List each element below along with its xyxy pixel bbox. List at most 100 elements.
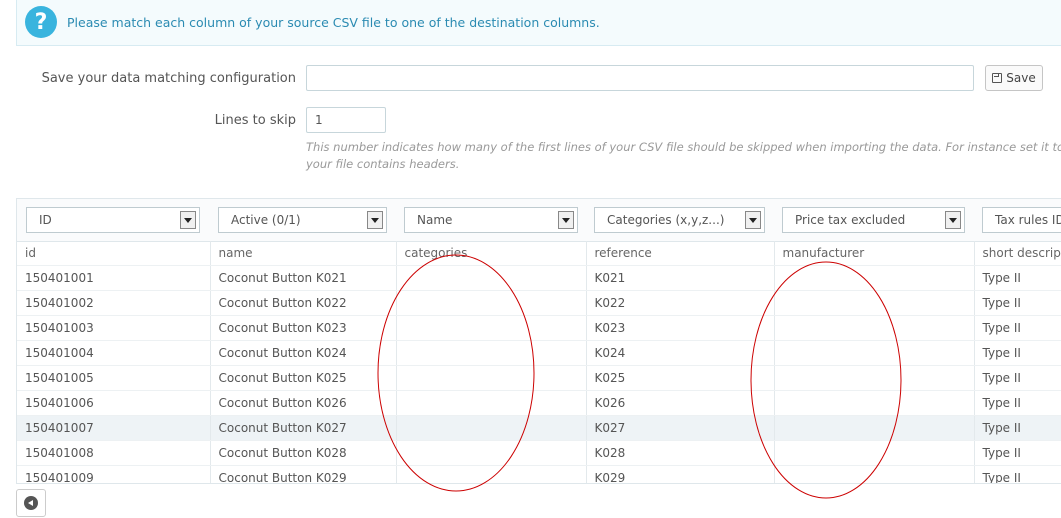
column-select-2[interactable]: Active (0/1) bbox=[218, 207, 387, 233]
table-cell bbox=[774, 390, 975, 416]
table-cell bbox=[774, 465, 975, 483]
table-row: 150401006 Coconut Button K026 K026 Type II bbox=[17, 390, 1061, 416]
table-cell: K022 bbox=[586, 290, 775, 316]
table-cell bbox=[396, 440, 587, 466]
column-select-1[interactable]: ID bbox=[26, 207, 200, 233]
table-cell bbox=[396, 340, 587, 366]
lines-to-skip-label: Lines to skip bbox=[214, 113, 296, 128]
table-cell: Coconut Button K023 bbox=[210, 315, 397, 341]
table-cell: Type II bbox=[974, 390, 1061, 416]
table-cell: Coconut Button K029 bbox=[210, 465, 397, 483]
table-cell bbox=[396, 315, 587, 341]
save-button-label: Save bbox=[1006, 71, 1036, 85]
column-select-5[interactable]: Price tax excluded bbox=[782, 207, 965, 233]
table-row: 150401003 Coconut Button K023 K023 Type II bbox=[17, 315, 1061, 341]
chevron-down-icon[interactable] bbox=[180, 211, 196, 229]
save-config-label: Save your data matching configuration bbox=[41, 71, 296, 86]
table-cell: Type II bbox=[974, 315, 1061, 341]
save-config-input[interactable] bbox=[306, 65, 974, 91]
chevron-down-icon[interactable] bbox=[558, 211, 574, 229]
help-line-2: your file contains headers. bbox=[306, 157, 460, 171]
table-cell: K021 bbox=[586, 265, 775, 291]
table-cell: 150401001 bbox=[17, 265, 211, 291]
save-button[interactable]: Save bbox=[985, 65, 1043, 91]
header-row: id name categories reference manufacture… bbox=[17, 241, 1061, 266]
info-alert: ? Please match each column of your sourc… bbox=[16, 0, 1061, 46]
table-cell: Type II bbox=[974, 465, 1061, 483]
table-cell: Coconut Button K027 bbox=[210, 415, 397, 441]
table-cell bbox=[396, 390, 587, 416]
table-cell bbox=[774, 290, 975, 316]
table-row: 150401007 Coconut Button K027 K027 Type II bbox=[17, 415, 1061, 441]
chevron-down-icon[interactable] bbox=[945, 211, 961, 229]
table-row: 150401005 Coconut Button K025 K025 Type II bbox=[17, 365, 1061, 391]
table-cell: K026 bbox=[586, 390, 775, 416]
table-cell: K028 bbox=[586, 440, 775, 466]
table-cell: Coconut Button K021 bbox=[210, 265, 397, 291]
lines-to-skip-input[interactable] bbox=[306, 107, 386, 133]
floppy-icon bbox=[992, 73, 1003, 83]
column-header: reference bbox=[586, 241, 775, 266]
column-select-3[interactable]: Name bbox=[404, 207, 578, 233]
table-cell: K024 bbox=[586, 340, 775, 366]
chevron-left-icon bbox=[24, 496, 38, 510]
table-cell: K023 bbox=[586, 315, 775, 341]
table-cell: 150401004 bbox=[17, 340, 211, 366]
table-cell bbox=[774, 265, 975, 291]
table-cell: 150401009 bbox=[17, 465, 211, 483]
table-row: 150401004 Coconut Button K024 K024 Type II bbox=[17, 340, 1061, 366]
column-select-4[interactable]: Categories (x,y,z...) bbox=[594, 207, 765, 233]
table-cell: K027 bbox=[586, 415, 775, 441]
column-select-6[interactable]: Tax rules ID bbox=[982, 207, 1061, 233]
back-button[interactable] bbox=[16, 489, 46, 517]
column-select-value: Price tax excluded bbox=[795, 213, 906, 227]
table-cell: K025 bbox=[586, 365, 775, 391]
table-row: 150401008 Coconut Button K028 K028 Type II bbox=[17, 440, 1061, 466]
table-cell: 150401006 bbox=[17, 390, 211, 416]
table-row: 150401002 Coconut Button K022 K022 Type II bbox=[17, 290, 1061, 316]
table-cell bbox=[774, 365, 975, 391]
table-cell: Type II bbox=[974, 265, 1061, 291]
table-cell: Type II bbox=[974, 290, 1061, 316]
table-cell bbox=[774, 415, 975, 441]
table-row: 150401009 Coconut Button K029 K029 Type II bbox=[17, 465, 1061, 483]
csv-preview-table: id name categories reference manufacture… bbox=[17, 241, 1061, 483]
table-cell: K029 bbox=[586, 465, 775, 483]
table-cell: 150401003 bbox=[17, 315, 211, 341]
column-select-value: Active (0/1) bbox=[231, 213, 301, 227]
table-cell: 150401008 bbox=[17, 440, 211, 466]
table-cell: Coconut Button K025 bbox=[210, 365, 397, 391]
column-header: id bbox=[17, 241, 211, 266]
column-header: manufacturer bbox=[774, 241, 975, 266]
table-cell bbox=[396, 415, 587, 441]
table-cell: Coconut Button K022 bbox=[210, 290, 397, 316]
table-cell: 150401005 bbox=[17, 365, 211, 391]
table-cell: Coconut Button K028 bbox=[210, 440, 397, 466]
table-cell: 150401007 bbox=[17, 415, 211, 441]
info-message: Please match each column of your source … bbox=[67, 15, 600, 30]
lines-to-skip-help: This number indicates how many of the fi… bbox=[306, 139, 1061, 173]
csv-matching-table: ID Active (0/1) Name Categories (x,y,z..… bbox=[16, 198, 1061, 484]
table-cell bbox=[396, 290, 587, 316]
column-header: name bbox=[210, 241, 397, 266]
table-cell: Coconut Button K024 bbox=[210, 340, 397, 366]
column-select-value: Categories (x,y,z...) bbox=[607, 213, 725, 227]
help-line-1: This number indicates how many of the fi… bbox=[306, 140, 1061, 154]
column-select-value: Name bbox=[417, 213, 453, 227]
table-cell: Coconut Button K026 bbox=[210, 390, 397, 416]
table-cell: Type II bbox=[974, 440, 1061, 466]
table-row: 150401001 Coconut Button K021 K021 Type II bbox=[17, 265, 1061, 291]
column-selects-row: ID Active (0/1) Name Categories (x,y,z..… bbox=[17, 199, 1061, 242]
table-cell bbox=[396, 465, 587, 483]
table-cell bbox=[396, 365, 587, 391]
table-cell bbox=[774, 440, 975, 466]
table-cell: Type II bbox=[974, 340, 1061, 366]
column-select-value: ID bbox=[39, 213, 52, 227]
column-header: categories bbox=[396, 241, 587, 266]
column-select-value: Tax rules ID bbox=[995, 213, 1061, 227]
chevron-down-icon[interactable] bbox=[745, 211, 761, 229]
chevron-down-icon[interactable] bbox=[367, 211, 383, 229]
table-cell: Type II bbox=[974, 365, 1061, 391]
table-cell bbox=[774, 315, 975, 341]
column-header: short descripti bbox=[974, 241, 1061, 266]
